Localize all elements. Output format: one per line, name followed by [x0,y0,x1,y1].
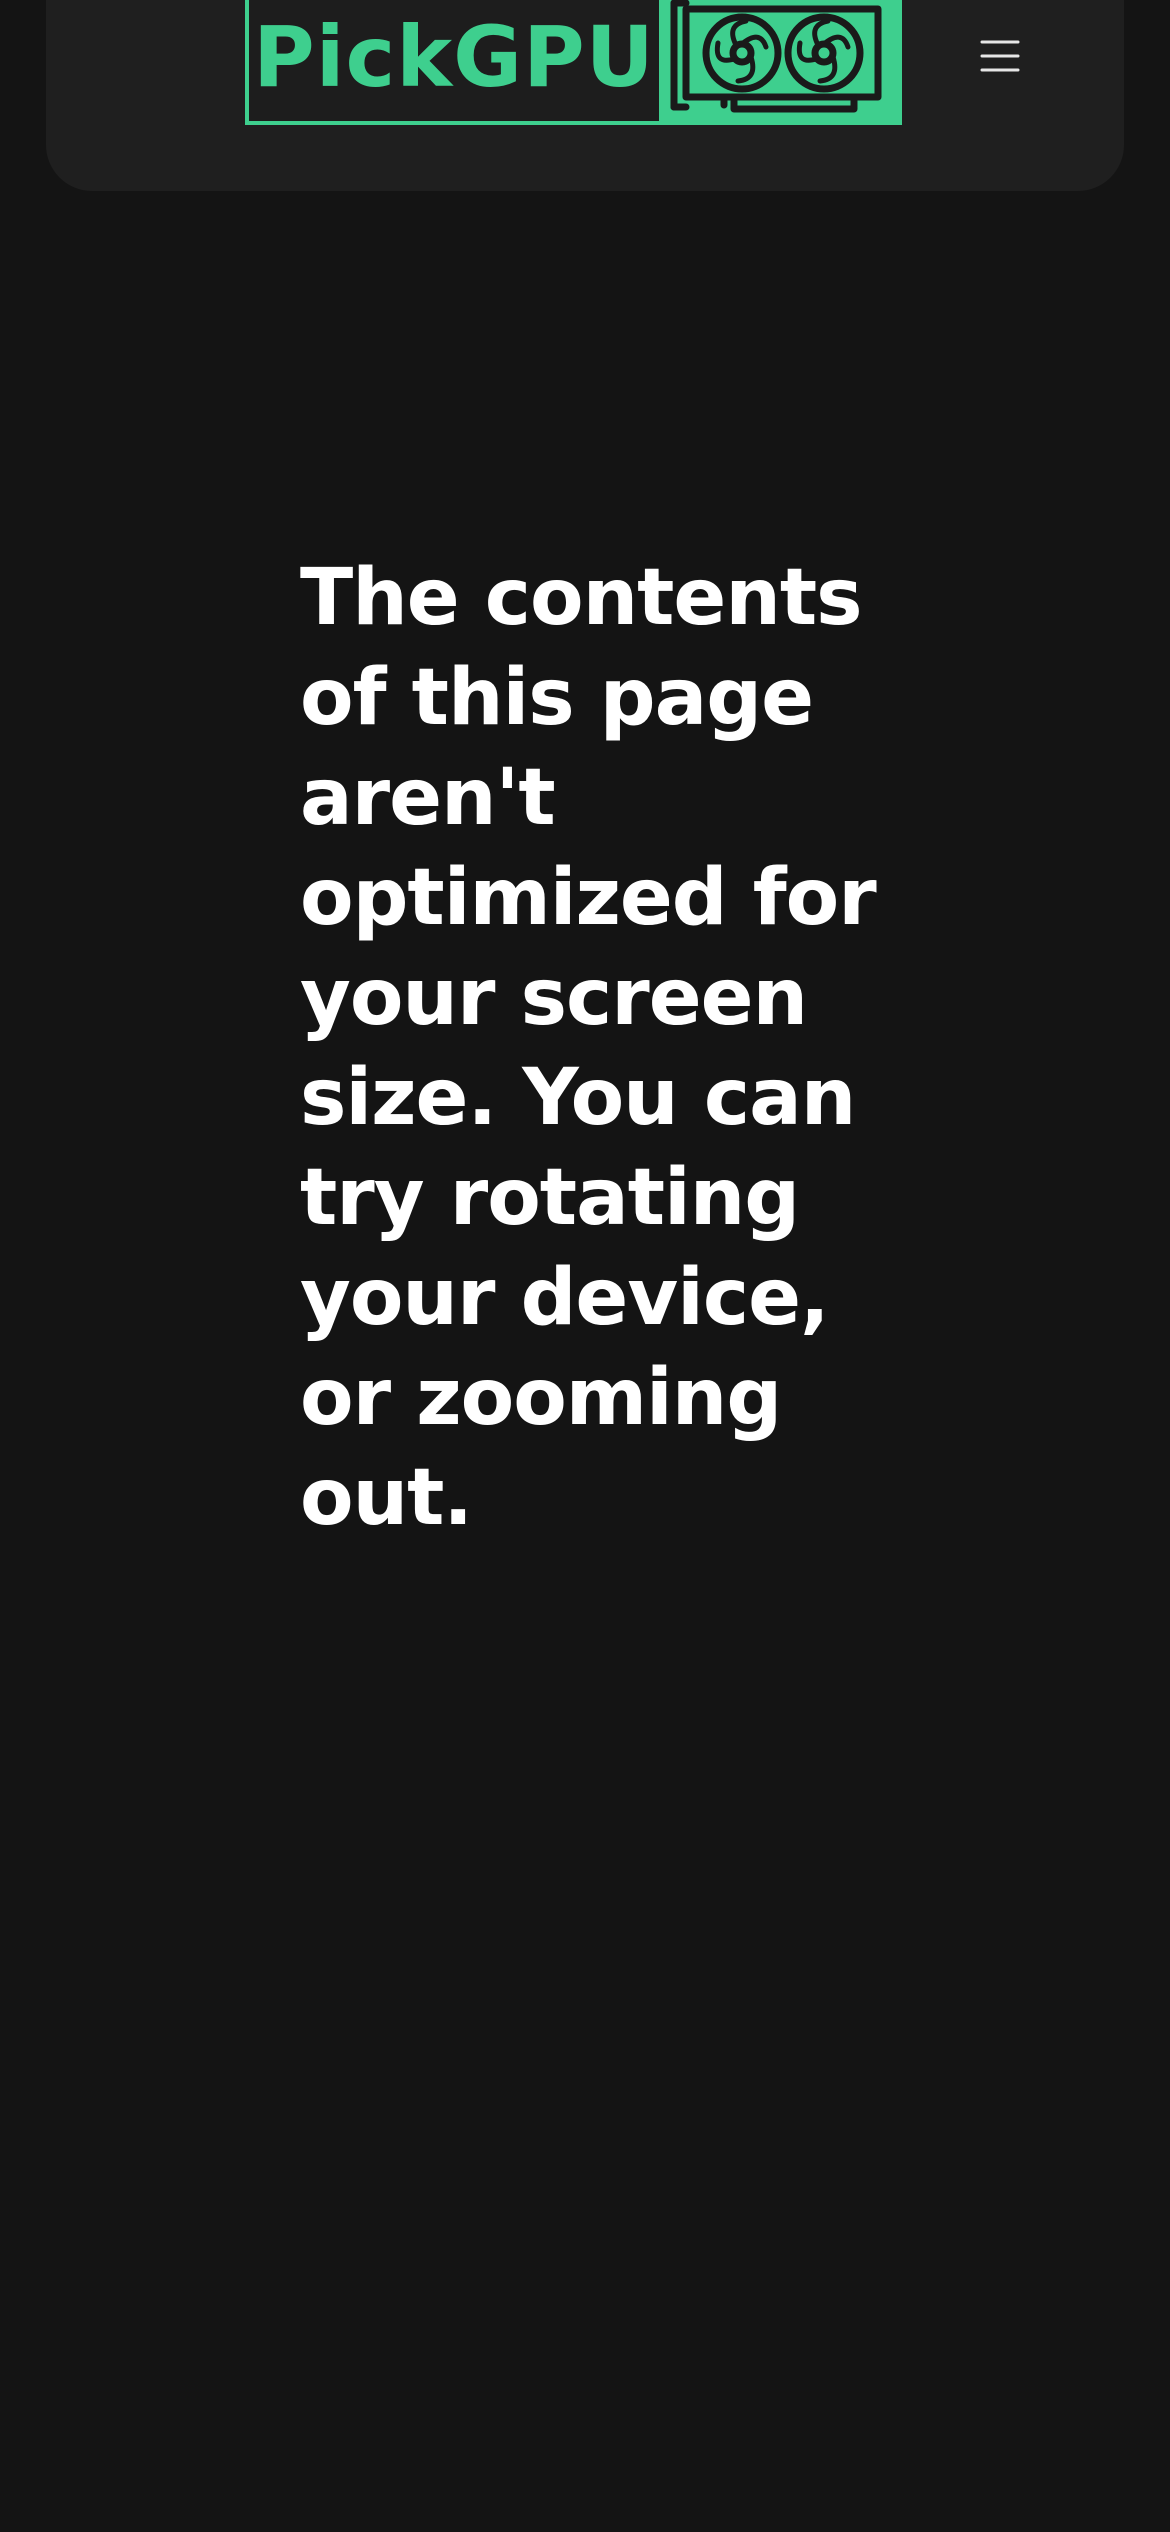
logo-text-box: PickGPU [249,0,659,121]
menu-button[interactable] [964,20,1036,92]
pickgpu-logo[interactable]: PickGPU [245,0,902,125]
graphics-card-icon [659,0,898,121]
logo-text: PickGPU [253,8,655,106]
site-header: PickGPU [46,0,1124,191]
hamburger-menu-icon [980,40,1020,72]
graphics-card-svg [670,0,881,113]
screen-size-warning-message: The contents of this page aren't optimiz… [300,553,877,1543]
